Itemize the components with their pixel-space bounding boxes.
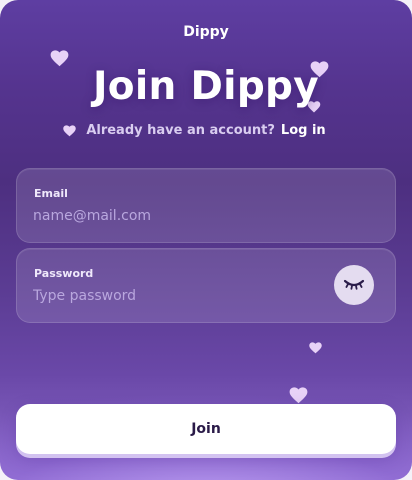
heart-icon: [309, 342, 322, 354]
app-brand: Dippy: [183, 24, 229, 40]
login-prompt: Already have an account? Log in: [0, 123, 412, 138]
join-button[interactable]: Join: [16, 404, 396, 454]
email-label: Email: [34, 187, 68, 200]
closed-eye-icon: [343, 279, 365, 290]
email-field[interactable]: Email: [16, 168, 396, 243]
signup-screen: Dippy Join Dippy Already have an account…: [0, 0, 412, 480]
heart-icon: [289, 387, 308, 404]
page-title: Join Dippy: [92, 64, 319, 109]
password-input[interactable]: [33, 285, 333, 307]
login-link[interactable]: Log in: [281, 123, 326, 138]
password-field[interactable]: Password: [16, 248, 396, 323]
password-label: Password: [34, 267, 94, 280]
toggle-password-visibility-button[interactable]: [334, 265, 374, 305]
email-input[interactable]: [33, 205, 333, 227]
login-prompt-text: Already have an account?: [86, 123, 275, 138]
